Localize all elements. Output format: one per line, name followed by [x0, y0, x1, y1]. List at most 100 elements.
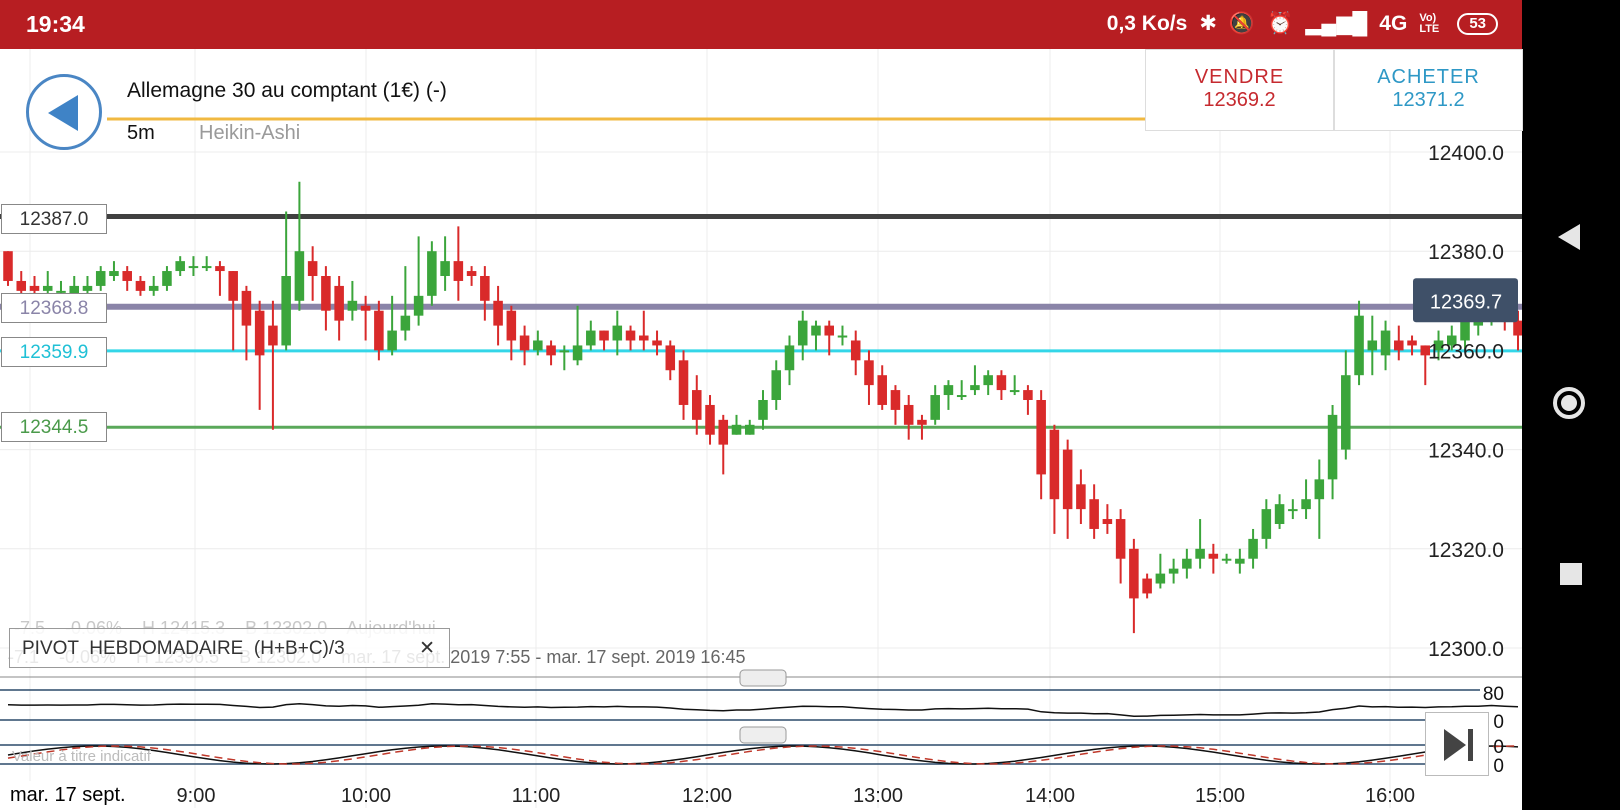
- candle: [718, 414, 729, 475]
- candle-body: [427, 251, 437, 296]
- candle: [1261, 499, 1272, 549]
- candle-body: [82, 285, 93, 291]
- candle-body: [1036, 400, 1046, 475]
- candle-body: [1248, 538, 1258, 559]
- candle-body: [1367, 340, 1378, 351]
- price-axis: 12400.0 12380.0 12360.0 12340.0 12320.0 12300…: [1413, 142, 1518, 661]
- candle-body: [1354, 315, 1364, 376]
- candle: [201, 256, 212, 272]
- candle: [440, 236, 450, 291]
- candle-body: [930, 395, 940, 420]
- nav-back-icon[interactable]: [1558, 224, 1580, 250]
- x-tick-label: 12:00: [682, 785, 732, 807]
- candle-body: [1513, 320, 1522, 336]
- candle: [228, 271, 238, 351]
- nav-home-icon[interactable]: [1553, 387, 1585, 419]
- candle-body: [334, 285, 344, 321]
- candle-body: [493, 300, 503, 326]
- candle: [175, 256, 185, 276]
- android-nav-bar: [1522, 0, 1620, 810]
- candle: [983, 370, 993, 396]
- candle: [1089, 484, 1099, 539]
- candle-body: [122, 271, 132, 281]
- back-button[interactable]: [26, 74, 102, 150]
- candle-body: [281, 276, 291, 346]
- panel-resize-handle: [739, 669, 787, 687]
- candle: [519, 325, 530, 366]
- candle: [413, 236, 424, 326]
- level-label-s1[interactable]: 12359.9: [1, 337, 107, 367]
- candle: [612, 310, 623, 356]
- candle-body: [824, 325, 834, 336]
- x-tick-label: 10:00: [341, 785, 391, 807]
- candle: [572, 305, 583, 366]
- candle-body: [29, 285, 40, 291]
- candle-body: [599, 330, 609, 341]
- candle: [400, 266, 411, 341]
- sell-button[interactable]: VENDRE 12369.2: [1145, 49, 1334, 131]
- candle: [1036, 390, 1046, 500]
- candle-body: [1301, 499, 1311, 510]
- nav-recent-apps-icon[interactable]: [1560, 563, 1582, 585]
- candle-body: [1407, 340, 1417, 346]
- candle-body: [16, 280, 27, 291]
- candle: [3, 251, 13, 286]
- candle: [347, 280, 358, 321]
- candle: [268, 300, 278, 430]
- level-label-s2[interactable]: 12344.5: [1, 412, 107, 442]
- candle-body: [559, 350, 570, 353]
- candle: [109, 261, 119, 281]
- candle: [956, 380, 967, 400]
- candle: [1076, 469, 1086, 524]
- candle-body: [1208, 553, 1219, 559]
- candle: [466, 266, 477, 286]
- candle: [903, 395, 914, 440]
- candle-body: [413, 295, 424, 316]
- candle: [1009, 375, 1020, 396]
- pivot-legend-label: PIVOT HEBDOMADAIRE (H+B+C)/3: [22, 638, 345, 659]
- candle-body: [665, 345, 676, 371]
- candle-body: [1341, 375, 1351, 450]
- candle-body: [797, 320, 808, 346]
- candle-body: [1089, 499, 1099, 529]
- candle-body: [215, 266, 225, 272]
- candle-body: [811, 325, 821, 336]
- candle: [493, 285, 503, 346]
- candle-body: [1142, 578, 1152, 594]
- candle-body: [1049, 429, 1060, 500]
- candle-body: [1129, 548, 1139, 599]
- level-label-r1[interactable]: 12387.0: [1, 204, 107, 234]
- candle: [1367, 315, 1378, 376]
- candle: [1115, 509, 1126, 584]
- candle: [294, 181, 305, 311]
- jump-to-latest-button[interactable]: [1425, 712, 1489, 776]
- chart-type-selector[interactable]: Heikin-Ashi: [199, 122, 300, 145]
- buy-label: ACHETER: [1377, 66, 1480, 88]
- candle: [162, 266, 172, 291]
- candle-body: [294, 251, 305, 301]
- candle-body: [1155, 573, 1166, 584]
- candle: [1394, 325, 1404, 361]
- sell-label: VENDRE: [1194, 66, 1285, 88]
- candle: [625, 325, 636, 351]
- y-tick-label: 12360.0: [1428, 340, 1504, 363]
- timeframe-selector[interactable]: 5m: [127, 122, 155, 145]
- candle: [307, 246, 318, 301]
- close-icon[interactable]: ✕: [419, 629, 435, 669]
- buy-button[interactable]: ACHETER 12371.2: [1334, 49, 1523, 131]
- candle-body: [1009, 390, 1020, 393]
- candle-body: [307, 261, 318, 276]
- candle: [1221, 553, 1232, 564]
- candle: [1142, 573, 1152, 599]
- candle: [95, 266, 106, 291]
- candle: [148, 276, 159, 296]
- candle-body: [625, 330, 636, 341]
- candle-body: [1062, 449, 1073, 510]
- x-tick-label: 13:00: [853, 785, 903, 807]
- candle-body: [1288, 509, 1298, 512]
- candle: [135, 276, 146, 296]
- indicator-note: Valeur à titre indicatif: [12, 748, 151, 765]
- candle: [1023, 385, 1033, 415]
- candle-body: [201, 266, 212, 269]
- level-label-pivot[interactable]: 12368.8: [1, 293, 107, 323]
